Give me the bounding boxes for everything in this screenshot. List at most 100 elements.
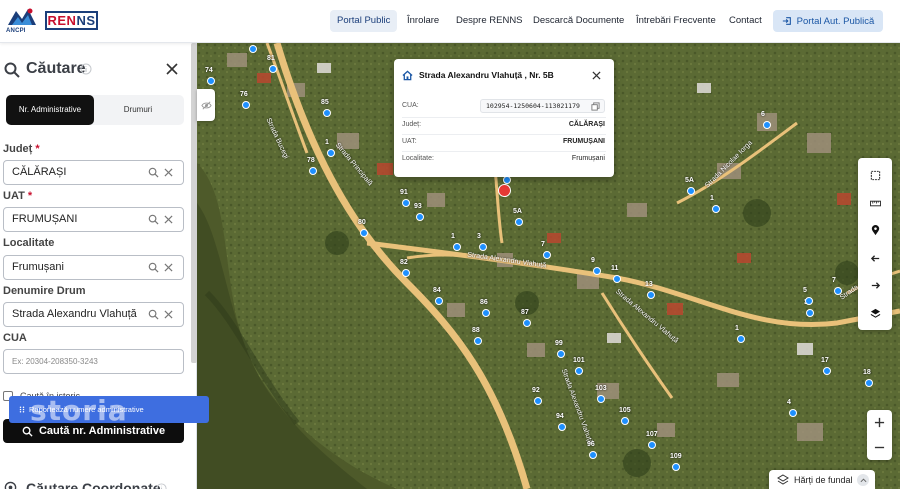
clear-icon[interactable]: [164, 263, 173, 272]
address-marker[interactable]: [207, 77, 215, 85]
popup-judet-label: Județ:: [402, 121, 422, 128]
search-icon[interactable]: [148, 262, 159, 273]
judet-label-text: Județ: [3, 143, 33, 155]
tab-drumuri[interactable]: Drumuri: [94, 95, 182, 125]
judet-field[interactable]: CĂLĂRAȘI: [3, 160, 184, 185]
cua-field[interactable]: Ex: 20304-208350-3243: [3, 349, 184, 374]
address-marker[interactable]: [360, 229, 368, 237]
address-number-label: 76: [240, 91, 248, 98]
address-marker[interactable]: [309, 167, 317, 175]
address-marker[interactable]: [805, 297, 813, 305]
address-marker[interactable]: [597, 395, 605, 403]
nav-contact[interactable]: Contact: [729, 10, 762, 32]
drum-field[interactable]: Strada Alexandru Vlahuță: [3, 302, 184, 327]
address-marker[interactable]: [648, 441, 656, 449]
address-marker[interactable]: [474, 337, 482, 345]
popup-cua-value[interactable]: 102954-1250604-113021179: [486, 102, 580, 110]
close-popup-icon[interactable]: [592, 71, 601, 80]
uat-field[interactable]: FRUMUȘANI: [3, 207, 184, 232]
search-icon[interactable]: [148, 167, 159, 178]
popup-divider: [402, 151, 606, 152]
address-marker[interactable]: [523, 319, 531, 327]
address-marker[interactable]: [575, 367, 583, 375]
auth-portal-button[interactable]: Portal Aut. Publică: [773, 10, 883, 32]
toggle-visibility-button[interactable]: [197, 89, 215, 121]
search-icon[interactable]: [148, 309, 159, 320]
search-icon[interactable]: [148, 214, 159, 225]
judet-value: CĂLĂRAȘI: [12, 166, 67, 178]
report-numbers-button[interactable]: Raportează numere administrative: [9, 396, 209, 423]
nav-intrebari-frecvente[interactable]: Întrebări Frecvente: [636, 10, 716, 32]
clear-icon[interactable]: [164, 168, 173, 177]
search-icon: [4, 62, 20, 78]
address-marker[interactable]: [557, 350, 565, 358]
chevron-up-icon[interactable]: [857, 474, 869, 486]
localitate-field[interactable]: Frumușani: [3, 255, 184, 280]
info-icon[interactable]: [156, 483, 167, 489]
address-marker[interactable]: [589, 451, 597, 459]
address-marker[interactable]: [823, 367, 831, 375]
address-marker[interactable]: [249, 45, 257, 53]
area-select-button[interactable]: [866, 166, 884, 184]
clear-icon[interactable]: [164, 215, 173, 224]
address-marker[interactable]: [763, 121, 771, 129]
measure-button[interactable]: [866, 194, 884, 212]
address-marker[interactable]: [327, 149, 335, 157]
zoom-in-button[interactable]: [867, 410, 892, 435]
basemap-label: Hărți de fundal: [794, 475, 853, 485]
back-button[interactable]: [866, 249, 884, 267]
address-marker[interactable]: [737, 335, 745, 343]
selected-address-marker[interactable]: [498, 184, 511, 197]
eye-off-icon: [200, 101, 212, 109]
address-marker[interactable]: [402, 269, 410, 277]
address-marker[interactable]: [806, 309, 814, 317]
address-marker[interactable]: [593, 267, 601, 275]
nav-inrolare[interactable]: Înrolare: [407, 10, 439, 32]
address-marker[interactable]: [435, 297, 443, 305]
nav-despre-renns[interactable]: Despre RENNS: [456, 10, 523, 32]
basemap-button[interactable]: Hărți de fundal: [769, 470, 875, 489]
info-icon[interactable]: [80, 63, 92, 75]
localitate-value: Frumușani: [12, 261, 64, 273]
address-marker[interactable]: [789, 409, 797, 417]
address-marker[interactable]: [534, 397, 542, 405]
layers-button[interactable]: [866, 304, 884, 322]
address-popup: Strada Alexandru Vlahuță , Nr. 5B CUA: 1…: [394, 59, 614, 177]
copy-icon[interactable]: [591, 102, 600, 111]
forward-button[interactable]: [866, 276, 884, 294]
address-marker[interactable]: [712, 205, 720, 213]
zoom-out-button[interactable]: [867, 435, 892, 460]
address-marker[interactable]: [865, 379, 873, 387]
nav-descarca-documente[interactable]: Descarcă Documente: [533, 10, 624, 32]
clear-icon[interactable]: [164, 310, 173, 319]
address-marker[interactable]: [323, 109, 331, 117]
address-number-label: 5A: [513, 208, 522, 215]
address-marker[interactable]: [416, 213, 424, 221]
address-marker[interactable]: [613, 275, 621, 283]
address-marker[interactable]: [621, 417, 629, 425]
popup-localitate-value: Frumușani: [571, 155, 605, 162]
address-marker[interactable]: [269, 65, 277, 73]
arrow-left-icon: [870, 254, 879, 262]
address-marker[interactable]: [558, 423, 566, 431]
tab-nr-administrative[interactable]: Nr. Administrative: [6, 95, 94, 125]
address-marker[interactable]: [687, 187, 695, 195]
address-number-label: 82: [400, 259, 408, 266]
address-marker[interactable]: [482, 309, 490, 317]
address-marker[interactable]: [453, 243, 461, 251]
address-marker[interactable]: [647, 291, 655, 299]
address-marker[interactable]: [672, 463, 680, 471]
address-marker[interactable]: [503, 176, 511, 184]
address-marker[interactable]: [402, 199, 410, 207]
renns-logo[interactable]: REN NS: [45, 11, 98, 30]
address-marker[interactable]: [834, 287, 842, 295]
address-marker[interactable]: [242, 101, 250, 109]
ruler-icon: [869, 200, 881, 206]
address-marker[interactable]: [479, 243, 487, 251]
layers-icon: [777, 474, 789, 485]
close-sidebar-icon[interactable]: [166, 63, 178, 75]
locate-button[interactable]: [866, 221, 884, 239]
address-marker[interactable]: [515, 218, 523, 226]
address-marker[interactable]: [543, 251, 551, 259]
nav-portal-public[interactable]: Portal Public: [330, 10, 398, 32]
